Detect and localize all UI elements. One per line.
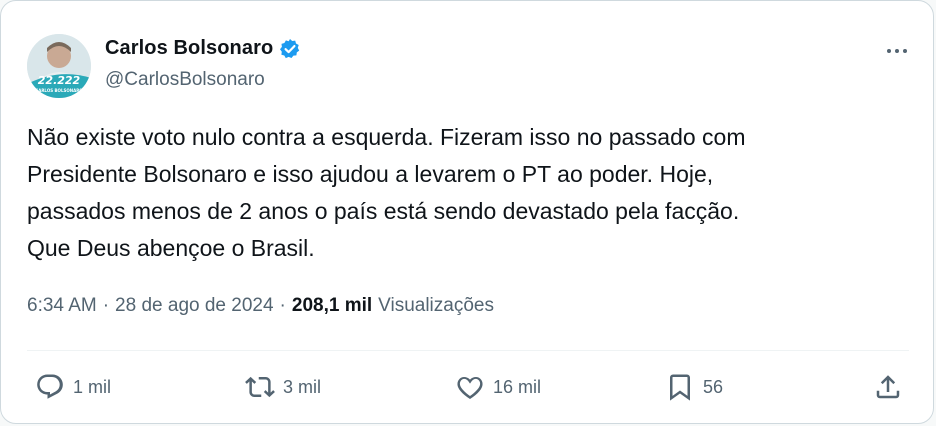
like-icon [457, 376, 483, 400]
avatar-number: 22.222 [38, 74, 81, 87]
more-icon [885, 49, 909, 53]
like-button[interactable]: 16 mil [455, 371, 541, 403]
bookmark-icon [670, 374, 690, 401]
repost-icon [245, 376, 275, 398]
avatar-image: 22.222 CARLOS BOLSONARO [27, 34, 91, 98]
bookmark-button[interactable]: 56 [665, 371, 723, 403]
avatar-caption: CARLOS BOLSONARO [35, 88, 83, 93]
reply-icon [37, 374, 63, 399]
bookmark-count: 56 [703, 376, 724, 397]
tweet-time[interactable]: 6:34 AM [27, 295, 97, 317]
author-name-row: Carlos Bolsonaro [105, 37, 301, 60]
share-button[interactable] [873, 371, 903, 403]
tweet-date[interactable]: 28 de ago de 2024 [115, 295, 274, 317]
reply-count: 1 mil [73, 376, 112, 397]
views-count[interactable]: 208,1 mil [292, 295, 372, 317]
repost-count: 3 mil [283, 376, 322, 397]
tweet-meta: 6:34 AM · 28 de ago de 2024 · 208,1 mil … [27, 295, 494, 317]
author-handle[interactable]: @CarlosBolsonaro [105, 69, 265, 91]
tweet-text: Não existe voto nulo contra a esquerda. … [27, 124, 746, 261]
share-icon [876, 375, 900, 399]
like-count: 16 mil [493, 376, 542, 397]
tweet-card: 22.222 CARLOS BOLSONARO Carlos Bolsonaro… [0, 0, 934, 424]
verified-badge-icon[interactable] [279, 38, 301, 60]
divider [27, 350, 909, 351]
avatar[interactable]: 22.222 CARLOS BOLSONARO [27, 34, 91, 98]
views-label[interactable]: Visualizações [378, 295, 494, 317]
repost-button[interactable]: 3 mil [245, 371, 321, 403]
author-display-name[interactable]: Carlos Bolsonaro [105, 37, 273, 60]
more-options-button[interactable] [879, 37, 915, 65]
meta-separator: · [279, 295, 286, 316]
meta-separator: · [102, 295, 110, 316]
reply-button[interactable]: 1 mil [35, 371, 111, 403]
